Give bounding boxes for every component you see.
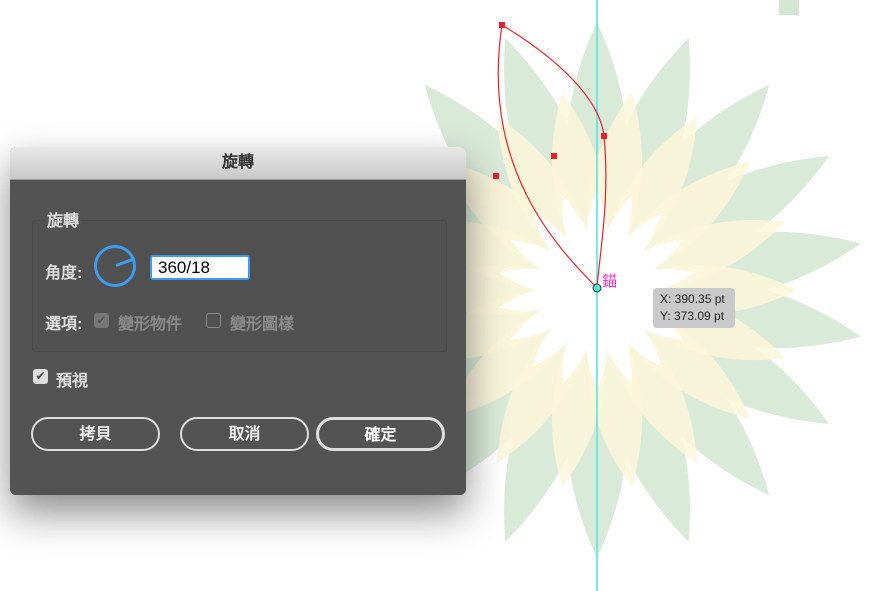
preview-checkbox[interactable]: ✔ [33, 369, 48, 384]
group-label: 旋轉 [45, 207, 82, 231]
y-readout: Y: 373.09 pt [660, 309, 725, 323]
copy-button[interactable]: 拷貝 [31, 417, 160, 451]
ok-button[interactable]: 確定 [316, 417, 445, 451]
dialog-title[interactable]: 旋轉 [10, 147, 466, 180]
rotation-origin-icon[interactable] [592, 283, 602, 293]
coordinate-tooltip: X: 390.35 pt Y: 373.09 pt [653, 288, 735, 328]
rotate-dialog: 旋轉 旋轉 角度: 360/18 選項: ✔ 變形物件 變形圖樣 ✔ 預視 拷貝… [10, 147, 466, 495]
preview-label: 預視 [56, 373, 89, 390]
options-label: 選項: [45, 316, 83, 333]
angle-label: 角度: [45, 265, 83, 282]
angle-dial[interactable] [94, 245, 136, 287]
anchor-point[interactable] [551, 153, 557, 159]
transform-patterns-checkbox[interactable] [206, 313, 221, 328]
transform-objects-checkbox[interactable]: ✔ [94, 313, 109, 328]
cancel-button[interactable]: 取消 [180, 417, 309, 451]
transform-patterns-label: 變形圖樣 [230, 316, 295, 333]
transform-objects-label: 變形物件 [118, 316, 183, 333]
anchor-point[interactable] [499, 22, 505, 28]
anchor-point[interactable] [493, 173, 499, 179]
shape-fragment [779, 0, 799, 15]
anchor-label: 錨 [602, 273, 618, 290]
anchor-point[interactable] [601, 133, 607, 139]
angle-input[interactable]: 360/18 [150, 255, 250, 280]
x-readout: X: 390.35 pt [660, 292, 725, 306]
